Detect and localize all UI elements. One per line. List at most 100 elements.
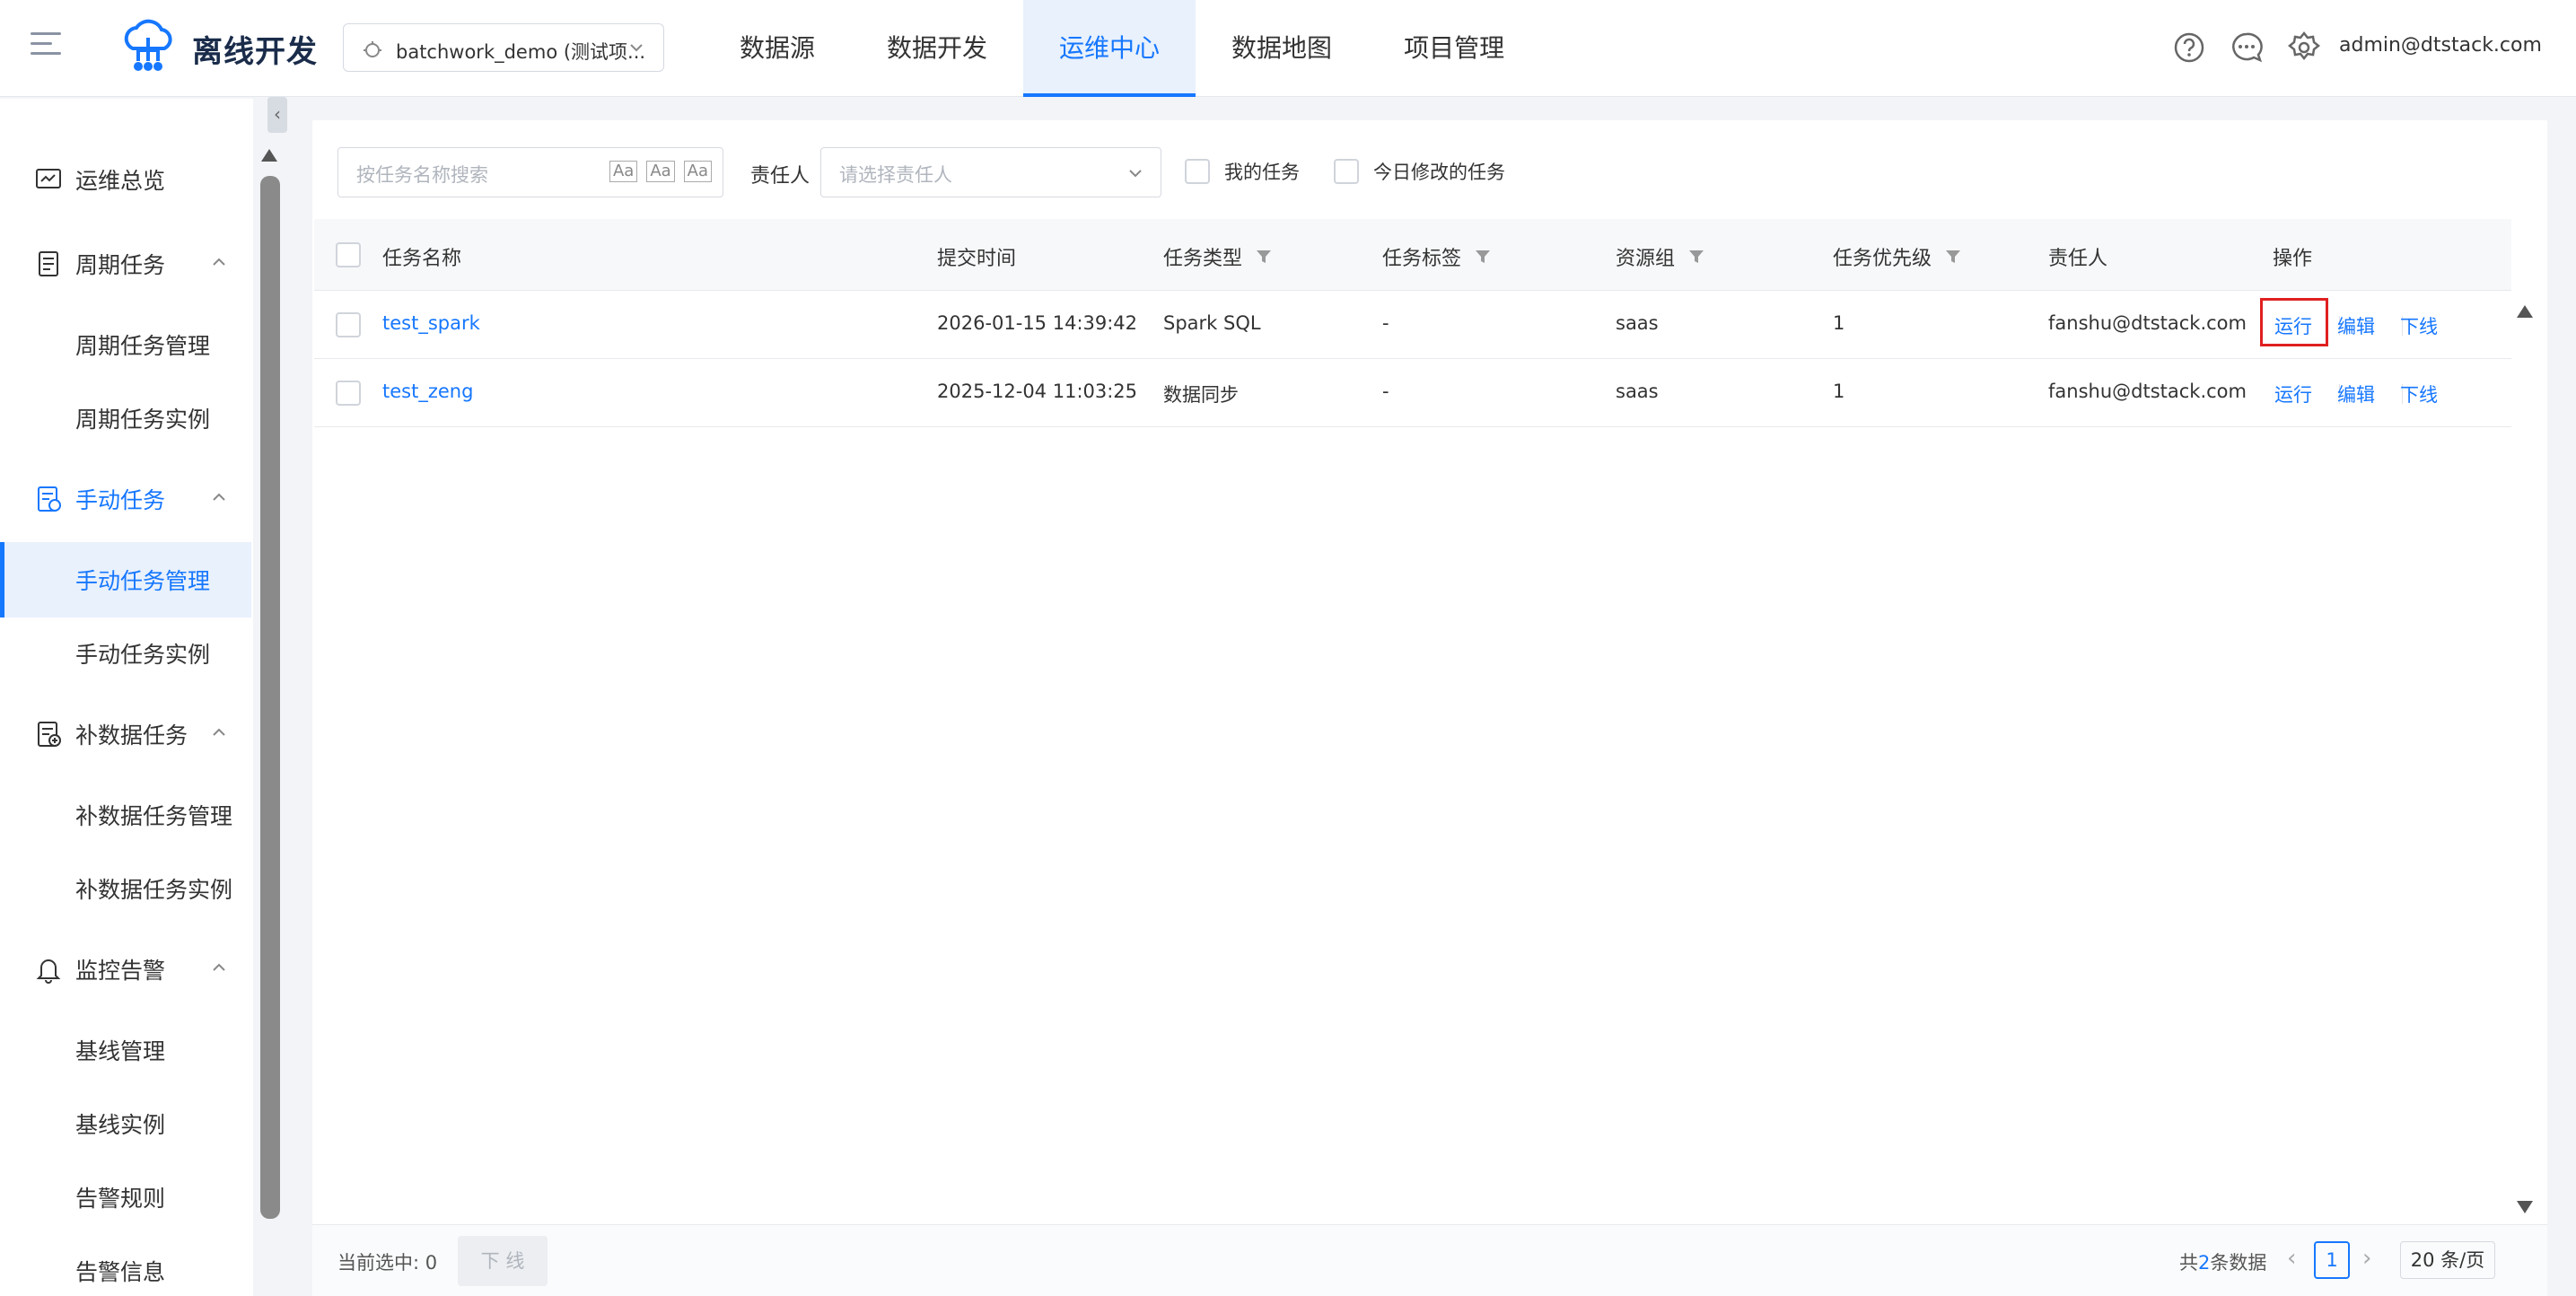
checkbox[interactable]	[1334, 159, 1359, 184]
table-footer: 当前选中: 0 下 线 共2条数据 ‹ 1 › 20 条/页	[312, 1224, 2547, 1296]
sidebar-item-manual-instance[interactable]: 手动任务实例	[75, 637, 210, 670]
sidebar-item-alert-info[interactable]: 告警信息	[75, 1255, 165, 1287]
task-type-cell: Spark SQL	[1163, 312, 1261, 334]
user-account[interactable]: admin@dtstack.com	[2339, 34, 2542, 57]
priority-cell: 1	[1833, 312, 1845, 334]
sidebar-item-baseline-manage[interactable]: 基线管理	[75, 1034, 165, 1066]
sidebar-group-label: 监控告警	[75, 958, 166, 984]
help-icon[interactable]	[2172, 31, 2206, 65]
edit-button[interactable]: 编辑	[2337, 381, 2375, 407]
table-scroll-up-icon[interactable]	[2517, 305, 2533, 318]
submit-time-cell: 2025-12-04 11:03:25	[937, 381, 1138, 402]
task-name-link[interactable]: test_spark	[382, 312, 480, 334]
regex-icon[interactable]: Aa	[683, 161, 712, 182]
bell-icon	[36, 959, 61, 984]
page-size-select[interactable]: 20 条/页	[2400, 1241, 2495, 1279]
today-modified-checkbox[interactable]: 今日修改的任务	[1334, 158, 1505, 185]
match-case-icon[interactable]: Aa	[609, 161, 638, 182]
batch-offline-button[interactable]: 下 线	[458, 1236, 548, 1286]
sidebar-item-backfill-manage[interactable]: 补数据任务管理	[75, 799, 232, 831]
search-placeholder: 按任务名称搜索	[356, 164, 488, 186]
owner-cell: fanshu@dtstack.com	[2048, 312, 2247, 334]
sidebar-group-label: 周期任务	[75, 252, 166, 278]
filter-icon[interactable]	[1687, 248, 1705, 266]
offline-button[interactable]: 下线	[2400, 312, 2438, 339]
checkbox[interactable]	[1185, 159, 1210, 184]
owner-cell: fanshu@dtstack.com	[2048, 381, 2247, 402]
next-page-icon[interactable]: ›	[2362, 1245, 2371, 1272]
nav-item-ops-center[interactable]: 运维中心	[1023, 0, 1196, 97]
page-1-button[interactable]: 1	[2314, 1241, 2350, 1279]
owner-select[interactable]: 请选择责任人	[820, 147, 1161, 197]
row-checkbox[interactable]	[336, 381, 361, 406]
sidebar-scrollbar[interactable]	[260, 176, 280, 1219]
filter-icon[interactable]	[1255, 248, 1273, 266]
sidebar-group-label: 补数据任务	[75, 722, 188, 749]
task-tag-cell: -	[1382, 381, 1389, 402]
sidebar-item-manual-manage[interactable]: 手动任务管理	[75, 564, 210, 596]
main-panel: 按任务名称搜索 Aa Aa Aa 责任人 请选择责任人 我的任务 今日修改的任务…	[312, 120, 2547, 1296]
chevron-up-icon	[213, 258, 225, 266]
chevron-down-icon	[1129, 170, 1142, 178]
sidebar-group-backfill[interactable]: 补数据任务	[34, 716, 225, 752]
today-modified-label: 今日修改的任务	[1373, 162, 1505, 183]
col-header-ops: 操作	[2273, 248, 2313, 270]
table-row: test_zeng 2025-12-04 11:03:25 数据同步 - saa…	[314, 359, 2511, 427]
sidebar-item-baseline-instance[interactable]: 基线实例	[75, 1108, 165, 1140]
nav-item-datasource[interactable]: 数据源	[704, 0, 851, 97]
task-name-link[interactable]: test_zeng	[382, 381, 473, 402]
chevron-up-icon	[213, 728, 225, 736]
sidebar-group-periodic[interactable]: 周期任务	[34, 246, 225, 282]
run-button[interactable]: 运行	[2274, 381, 2312, 407]
resource-group-cell: saas	[1616, 312, 1659, 334]
sidebar-item-backfill-instance[interactable]: 补数据任务实例	[75, 872, 232, 905]
bug-icon	[364, 41, 381, 57]
run-button[interactable]: 运行	[2274, 312, 2312, 339]
document-icon	[39, 251, 58, 276]
col-header-submit-time: 提交时间	[937, 248, 1017, 270]
col-header-tag: 任务标签	[1382, 242, 1492, 271]
priority-cell: 1	[1833, 381, 1845, 402]
app-title: 离线开发	[192, 34, 318, 70]
task-type-cell: 数据同步	[1163, 384, 1239, 406]
col-header-priority: 任务优先级	[1833, 242, 1962, 271]
table-row: test_spark 2026-01-15 14:39:42 Spark SQL…	[314, 291, 2511, 359]
submit-time-cell: 2026-01-15 14:39:42	[937, 312, 1138, 334]
row-checkbox[interactable]	[336, 312, 361, 337]
sidebar-group-manual[interactable]: 手动任务	[34, 481, 225, 517]
selected-count: 当前选中: 0	[337, 1252, 438, 1274]
sidebar-item-periodic-instance[interactable]: 周期任务实例	[75, 402, 210, 434]
offline-button[interactable]: 下线	[2400, 381, 2438, 407]
filter-icon[interactable]	[1944, 248, 1962, 266]
prev-page-icon[interactable]: ‹	[2287, 1245, 2296, 1272]
sidebar-item-label: 运维总览	[75, 168, 166, 194]
nav-item-data-dev[interactable]: 数据开发	[851, 0, 1023, 97]
task-search-input[interactable]: 按任务名称搜索 Aa Aa Aa	[337, 147, 723, 197]
select-all-checkbox[interactable]	[336, 242, 361, 267]
col-header-name: 任务名称	[382, 248, 462, 270]
filter-icon[interactable]	[1474, 248, 1492, 266]
resource-group-cell: saas	[1616, 381, 1659, 402]
edit-button[interactable]: 编辑	[2337, 312, 2375, 339]
message-icon[interactable]	[2230, 31, 2264, 65]
settings-icon[interactable]	[2287, 31, 2321, 65]
nav-item-project-manage[interactable]: 项目管理	[1368, 0, 1540, 97]
my-tasks-checkbox[interactable]: 我的任务	[1185, 158, 1300, 185]
my-tasks-label: 我的任务	[1224, 162, 1300, 183]
dashboard-icon	[36, 169, 61, 188]
sidebar-group-alert[interactable]: 监控告警	[34, 951, 225, 987]
match-word-icon[interactable]: Aa	[646, 161, 675, 182]
sidebar-item-overview[interactable]: 运维总览	[34, 162, 165, 197]
sidebar-collapse-button[interactable]: ‹	[267, 97, 287, 133]
col-header-owner: 责任人	[2048, 248, 2108, 270]
sidebar-item-periodic-manage[interactable]: 周期任务管理	[75, 328, 210, 361]
sidebar-item-alert-rules[interactable]: 告警规则	[75, 1181, 165, 1213]
project-select[interactable]: batchwork_demo (测试项...	[343, 23, 664, 72]
menu-toggle-icon[interactable]	[31, 32, 61, 63]
col-header-type: 任务类型	[1163, 242, 1273, 271]
nav-item-data-map[interactable]: 数据地图	[1196, 0, 1368, 97]
chevron-down-icon	[630, 44, 643, 52]
scroll-up-arrow-icon[interactable]	[261, 149, 277, 162]
table-scroll-down-icon[interactable]	[2517, 1201, 2533, 1213]
top-bar: 离线开发 batchwork_demo (测试项... 数据源 数据开发 运维中…	[0, 0, 2576, 97]
